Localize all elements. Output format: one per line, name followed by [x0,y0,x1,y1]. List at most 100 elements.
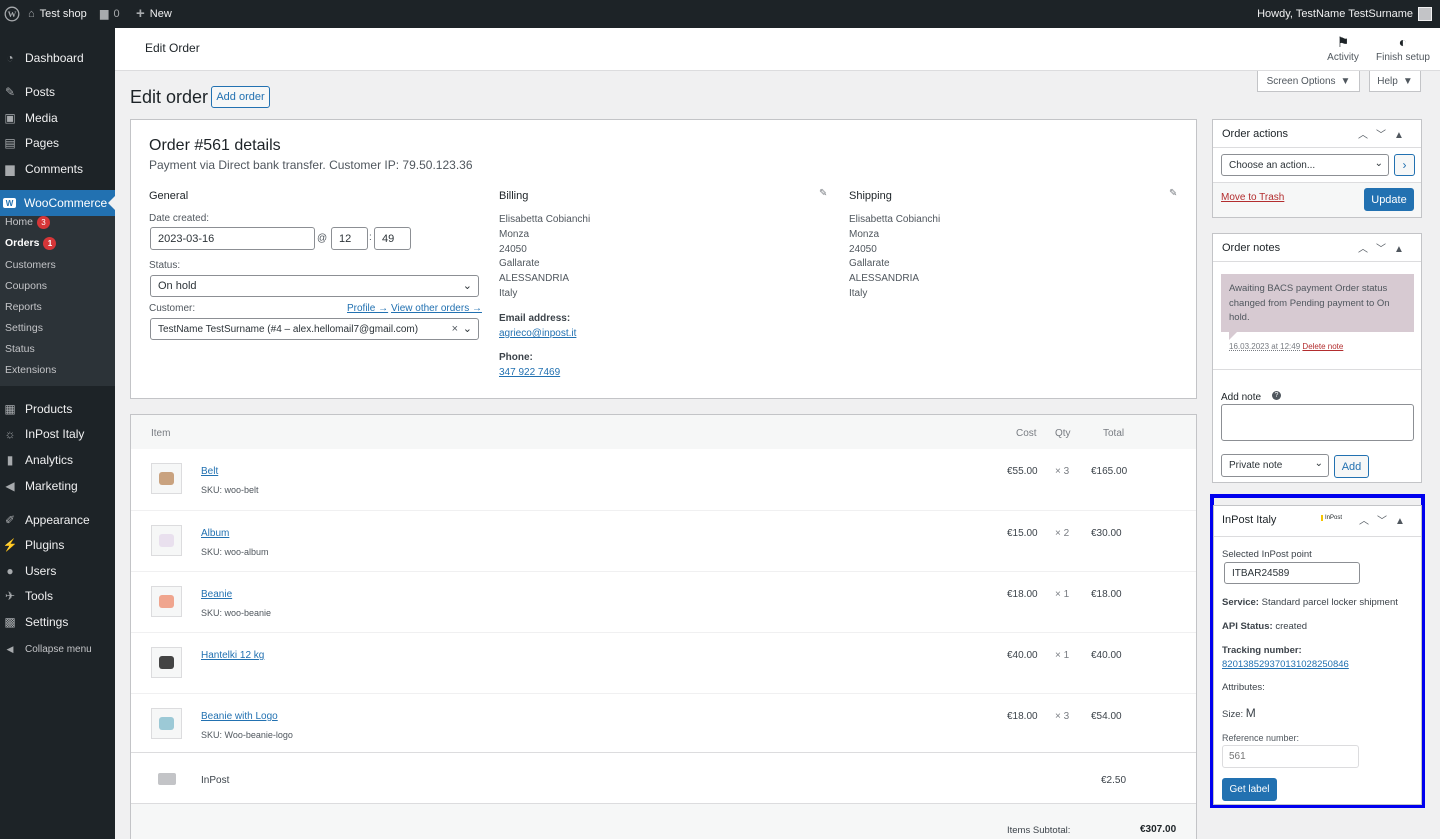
sidebar-item-products[interactable]: ▦ Products [0,398,115,420]
submenu-item-label: Settings [5,322,43,334]
site-name-link[interactable]: ⌂ Test shop [28,0,87,28]
hour-input[interactable]: 12 [331,227,368,250]
move-to-trash-link[interactable]: Move to Trash [1221,192,1284,203]
chevron-up-icon[interactable]: ︿ [1358,130,1376,141]
update-button[interactable]: Update [1364,188,1414,211]
box-controls[interactable]: ︿﹀▲ [1359,512,1413,527]
reference-number-input[interactable] [1222,745,1359,768]
submenu-item-home[interactable]: Home 3 [5,214,51,230]
sidebar-item-collapse-menu[interactable]: ◀ Collapse menu [0,638,115,660]
sidebar-item-comments[interactable]: ▆ Comments [0,158,115,180]
billing-phone-link[interactable]: 347 922 7469 [499,367,560,378]
product-name-link[interactable]: Hantelki 12 kg [201,650,264,661]
sidebar-item-settings[interactable]: ▩ Settings [0,611,115,633]
chevron-down-icon[interactable]: ﹀ [1377,516,1395,527]
help-tip-icon[interactable]: ? [1272,391,1281,400]
chevron-down-icon[interactable]: ﹀ [1376,130,1394,141]
new-content-link[interactable]: + New [136,0,172,28]
comments-link[interactable]: ▆ 0 [100,0,120,28]
chevron-up-icon[interactable]: ︿ [1359,516,1377,527]
api-status-label: API Status: [1222,621,1273,632]
edit-shipping-pencil-icon[interactable]: ✎ [1169,188,1177,199]
minute-input[interactable]: 49 [374,227,411,250]
toggle-triangle-icon[interactable]: ▲ [1395,516,1413,527]
submenu-item-customers[interactable]: Customers [5,257,56,273]
submenu-item-label: Orders [5,237,40,249]
sidebar-item-posts[interactable]: ✎ Posts [0,81,115,103]
settings-icon: ▩ [4,615,16,629]
add-note-button[interactable]: Add [1334,455,1369,478]
sun-icon: ☼ [4,427,16,441]
date-created-input[interactable]: 2023-03-16 [150,227,315,250]
submenu-item-extensions[interactable]: Extensions [5,362,56,378]
product-name-link[interactable]: Album [201,528,229,539]
product-name-link[interactable]: Belt [201,466,218,477]
size-line: Size: M [1222,706,1256,720]
order-note: Awaiting BACS payment Order status chang… [1221,274,1414,332]
activity-button[interactable]: ⚑ Activity [1325,34,1361,63]
sidebar-item-tools[interactable]: ✈ Tools [0,585,115,607]
inpost-point-input[interactable]: ITBAR24589 [1224,562,1360,584]
box-controls[interactable]: ︿﹀▲ [1358,240,1412,255]
view-other-orders-link[interactable]: View other orders → [391,303,482,314]
megaphone-icon: ◀ [5,479,15,493]
account-menu[interactable]: Howdy, TestName TestSurname [1257,0,1432,28]
sidebar-item-pages[interactable]: ▤ Pages [0,132,115,154]
submenu-item-settings[interactable]: Settings [5,320,43,336]
item-qty: × 2 [1055,528,1070,539]
add-order-button[interactable]: Add order [211,86,270,108]
sidebar-item-inpost-italy[interactable]: ☼ InPost Italy [0,423,115,445]
clear-icon[interactable]: × [452,323,458,335]
customer-select[interactable]: TestName TestSurname (#4 – alex.hellomai… [150,318,479,340]
plugin-icon: ⚡ [2,538,18,552]
sidebar-item-users[interactable]: ● Users [0,560,115,582]
status-select[interactable]: On hold ⌄ [150,275,479,297]
submenu-item-orders[interactable]: Orders 1 [5,235,57,251]
submenu-item-status[interactable]: Status [5,341,35,357]
sidebar-item-plugins[interactable]: ⚡ Plugins [0,534,115,556]
service-line: Service: Standard parcel locker shipment [1222,597,1398,608]
submenu-item-reports[interactable]: Reports [5,299,42,315]
chevron-down-icon[interactable]: ﹀ [1376,244,1394,255]
finish-setup-label: Finish setup [1376,52,1430,63]
tracking-number-link[interactable]: 820138529370131028250846 [1222,659,1349,670]
finish-setup-button[interactable]: ◐ Finish setup [1375,34,1431,63]
product-thumbnail [151,586,182,617]
items-subtotal-label: Items Subtotal: [1007,825,1071,836]
item-cost: €55.00 [1007,466,1038,477]
profile-link[interactable]: Profile → [347,303,388,314]
delete-note-link[interactable]: Delete note [1302,342,1343,351]
submenu-item-coupons[interactable]: Coupons [5,278,47,294]
product-name-link[interactable]: Beanie with Logo [201,711,278,722]
submenu-item-label: Status [5,343,35,355]
sidebar-item-analytics[interactable]: ▮ Analytics [0,449,115,471]
divider [131,752,1196,753]
box-controls[interactable]: ︿﹀▲ [1358,126,1412,141]
screen-options-button[interactable]: Screen Options ▼ [1257,71,1360,92]
sidebar-item-label: InPost Italy [25,427,85,441]
edit-billing-pencil-icon[interactable]: ✎ [819,188,827,199]
toggle-triangle-icon[interactable]: ▲ [1394,244,1412,255]
help-button[interactable]: Help ▼ [1369,71,1421,92]
product-name-link[interactable]: Beanie [201,589,232,600]
get-label-button[interactable]: Get label [1222,778,1277,801]
sidebar-item-woocommerce[interactable]: W WooCommerce [0,190,115,216]
item-qty: × 3 [1055,711,1070,722]
sidebar-item-marketing[interactable]: ◀ Marketing [0,475,115,497]
billing-email-link[interactable]: agrieco@inpost.it [499,328,576,339]
billing-title: Billing [499,190,529,202]
toggle-triangle-icon[interactable]: ▲ [1394,130,1412,141]
apply-action-button[interactable]: › [1394,154,1415,176]
note-type-select[interactable]: Private note ⌄ [1221,454,1329,477]
billing-line: Gallarate [499,258,540,270]
customer-value: TestName TestSurname (#4 – alex.hellomai… [158,323,419,335]
sidebar-item-media[interactable]: ▣ Media [0,107,115,129]
add-note-textarea[interactable] [1221,404,1414,441]
sidebar-item-appearance[interactable]: ✐ Appearance [0,509,115,531]
wordpress-logo-icon[interactable]: W [4,0,20,28]
order-action-select[interactable]: Choose an action... ⌄ [1221,154,1389,176]
item-cost: €18.00 [1007,589,1038,600]
sidebar-item-dashboard[interactable]: ◔ Dashboard [0,47,115,69]
chevron-up-icon[interactable]: ︿ [1358,244,1376,255]
sidebar-item-label: Dashboard [25,51,84,65]
